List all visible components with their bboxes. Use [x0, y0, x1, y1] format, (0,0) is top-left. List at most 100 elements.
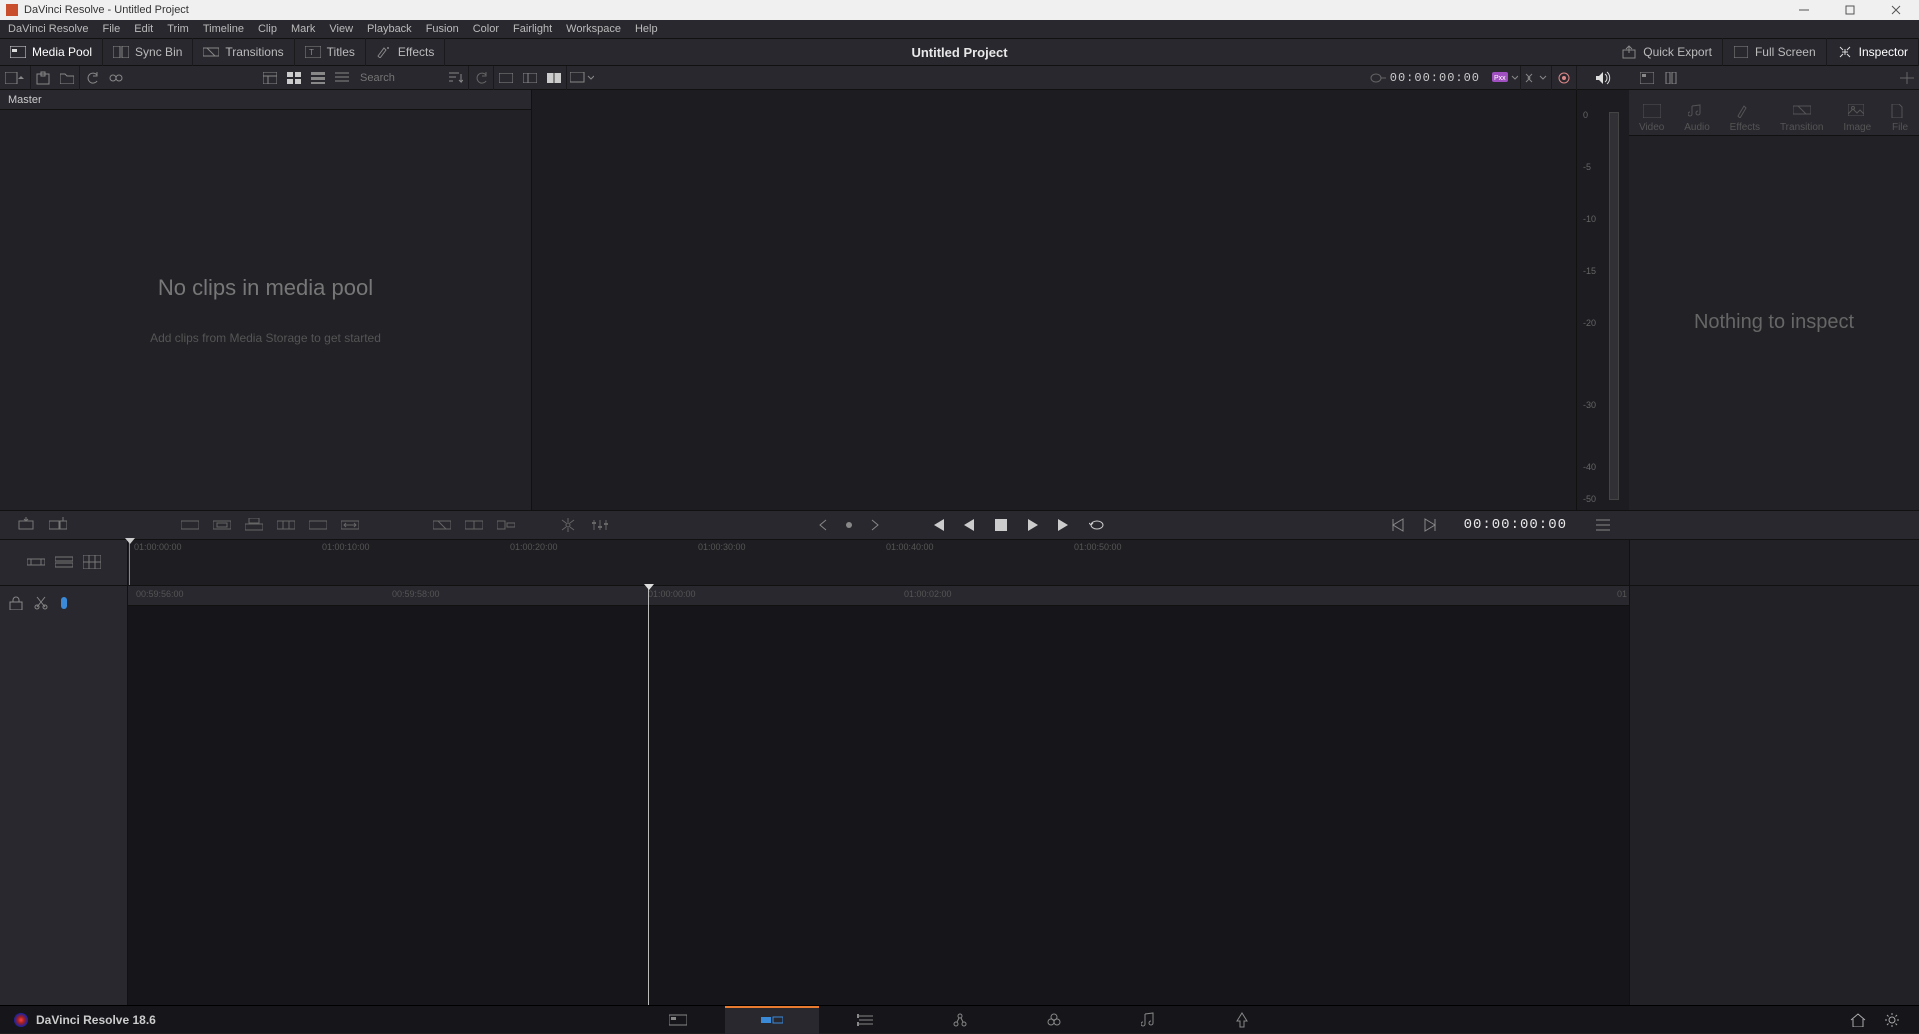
razor-button[interactable]: [34, 596, 48, 610]
page-cut-button[interactable]: [725, 1006, 819, 1034]
overwrite-button[interactable]: [302, 510, 334, 540]
append-button[interactable]: [42, 510, 74, 540]
ripple-overwrite-button[interactable]: [174, 510, 206, 540]
snap-button[interactable]: [58, 596, 70, 610]
page-fusion-button[interactable]: [913, 1006, 1007, 1034]
inspector-tab-file[interactable]: File: [1891, 104, 1909, 133]
menu-trim[interactable]: Trim: [167, 23, 189, 35]
import-media-button[interactable]: [31, 66, 55, 90]
menu-playback[interactable]: Playback: [367, 23, 412, 35]
menu-color[interactable]: Color: [473, 23, 499, 35]
timeline-menu-button[interactable]: [1587, 510, 1619, 540]
window-minimize-button[interactable]: [1781, 0, 1827, 20]
inspector-tab-audio[interactable]: Audio: [1684, 104, 1710, 133]
play-button[interactable]: [1017, 510, 1049, 540]
thumbnail-view-button[interactable]: [282, 66, 306, 90]
mark-in-button[interactable]: [1382, 510, 1414, 540]
loop-button[interactable]: [1081, 510, 1113, 540]
inspector-tab-image[interactable]: Image: [1843, 104, 1871, 133]
menu-clip[interactable]: Clip: [258, 23, 277, 35]
boring-detector-button[interactable]: [494, 66, 518, 90]
window-close-button[interactable]: [1873, 0, 1919, 20]
effects-button[interactable]: Effects: [366, 38, 445, 66]
lock-timeline-button[interactable]: [8, 596, 24, 610]
tl1-view-b-button[interactable]: [55, 555, 73, 569]
menu-view[interactable]: View: [329, 23, 353, 35]
jog-dot-button[interactable]: [839, 510, 859, 540]
split-view-button[interactable]: [542, 66, 566, 90]
source-overwrite-button[interactable]: [270, 510, 302, 540]
viewer-timecode[interactable]: 00:00:00:00: [1390, 71, 1480, 85]
close-up-button[interactable]: [206, 510, 238, 540]
go-last-button[interactable]: [1049, 510, 1081, 540]
track-format-dropdown[interactable]: Pxx: [1490, 66, 1520, 90]
upper-playhead[interactable]: [129, 540, 130, 585]
titles-button[interactable]: T Titles: [295, 38, 366, 66]
window-maximize-button[interactable]: [1827, 0, 1873, 20]
page-color-button[interactable]: [1007, 1006, 1101, 1034]
speaker-icon[interactable]: [1595, 71, 1611, 85]
dissolve-button[interactable]: [426, 510, 458, 540]
project-settings-button[interactable]: [1875, 1012, 1909, 1028]
go-first-button[interactable]: [921, 510, 953, 540]
page-deliver-button[interactable]: [1195, 1006, 1289, 1034]
lower-timeline-track[interactable]: 00:59:56:00 00:59:58:00 01:00:00:00 01:0…: [128, 586, 1629, 1006]
media-pool-empty[interactable]: No clips in media pool Add clips from Me…: [0, 110, 531, 510]
page-media-button[interactable]: [631, 1006, 725, 1034]
strip-detector-button[interactable]: [518, 66, 542, 90]
transitions-button[interactable]: Transitions: [193, 38, 294, 66]
breadcrumb[interactable]: Master: [0, 90, 531, 110]
sync-clip-button[interactable]: [80, 66, 104, 90]
stop-button[interactable]: [985, 510, 1017, 540]
media-pool-button[interactable]: Media Pool: [0, 38, 103, 66]
inspector-subtab-2[interactable]: [1659, 66, 1683, 90]
record-timecode[interactable]: 00:00:00:00: [1464, 517, 1567, 533]
bin-list-dropdown[interactable]: [0, 66, 30, 90]
menu-edit[interactable]: Edit: [134, 23, 153, 35]
viewer-mode-dropdown[interactable]: [567, 66, 597, 90]
timeline-options-button[interactable]: [552, 510, 584, 540]
metadata-view-button[interactable]: [258, 66, 282, 90]
smooth-cut-button[interactable]: [458, 510, 490, 540]
upper-timeline-track[interactable]: 01:00:00:00 01:00:10:00 01:00:20:00 01:0…: [128, 540, 1629, 585]
full-screen-button[interactable]: Full Screen: [1723, 38, 1827, 66]
menu-fairlight[interactable]: Fairlight: [513, 23, 552, 35]
search-input[interactable]: [354, 72, 444, 84]
cut-button[interactable]: [490, 510, 522, 540]
menu-timeline[interactable]: Timeline: [203, 23, 244, 35]
lower-playhead[interactable]: [648, 586, 649, 1006]
menu-mark[interactable]: Mark: [291, 23, 315, 35]
inspector-tab-transition[interactable]: Transition: [1780, 104, 1824, 133]
inspector-subtab-1[interactable]: [1635, 66, 1659, 90]
menu-file[interactable]: File: [103, 23, 121, 35]
sync-bin-button[interactable]: Sync Bin: [103, 38, 193, 66]
home-button[interactable]: [1841, 1012, 1875, 1028]
place-on-top-button[interactable]: [238, 510, 270, 540]
tl1-view-a-button[interactable]: [27, 555, 45, 569]
jog-prev-button[interactable]: [807, 510, 839, 540]
inspector-button[interactable]: Inspector: [1827, 38, 1919, 66]
import-folder-button[interactable]: [55, 66, 79, 90]
source-tape-button[interactable]: [104, 66, 128, 90]
mark-out-button[interactable]: [1414, 510, 1446, 540]
resync-button[interactable]: [469, 66, 493, 90]
menu-fusion[interactable]: Fusion: [426, 23, 459, 35]
tl1-view-c-button[interactable]: [83, 555, 101, 569]
fit-to-fill-button[interactable]: [334, 510, 366, 540]
jog-next-button[interactable]: [859, 510, 891, 540]
inspector-expand-button[interactable]: [1895, 66, 1919, 90]
sort-button[interactable]: [444, 66, 468, 90]
sliders-button[interactable]: [584, 510, 616, 540]
quick-export-button[interactable]: Quick Export: [1611, 38, 1723, 66]
menu-workspace[interactable]: Workspace: [566, 23, 621, 35]
menu-davinci[interactable]: DaVinci Resolve: [8, 23, 89, 35]
inspector-tab-video[interactable]: Video: [1639, 104, 1664, 133]
strip-view-button[interactable]: [306, 66, 330, 90]
menu-help[interactable]: Help: [635, 23, 658, 35]
tools-dropdown[interactable]: [1521, 66, 1551, 90]
fast-review-button[interactable]: [1366, 66, 1390, 90]
page-edit-button[interactable]: [819, 1006, 913, 1034]
inspector-tab-effects[interactable]: Effects: [1730, 104, 1760, 133]
timeline-link-button[interactable]: [1552, 66, 1576, 90]
list-view-button[interactable]: [330, 66, 354, 90]
